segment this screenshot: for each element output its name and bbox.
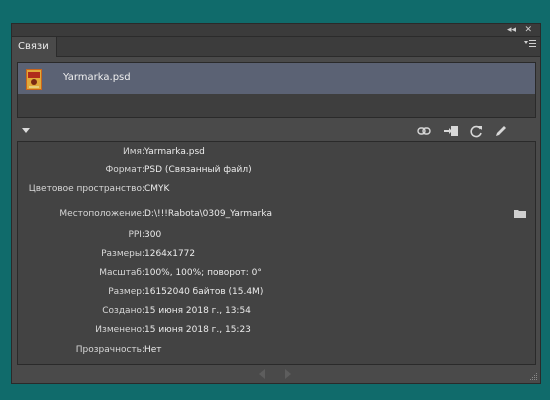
info-row-name: Имя: Yarmarka.psd bbox=[18, 145, 535, 159]
info-row-location: Местоположение: D:\!!!Rabota\0309_Yarmar… bbox=[18, 207, 535, 221]
links-toolbar bbox=[12, 123, 540, 139]
links-panel: ◂◂ ✕ Связи Yarmarka.psd Имя: Yarmarka.ps… bbox=[11, 23, 541, 384]
info-label: Масштаб: bbox=[99, 268, 145, 278]
info-row-color-space: Цветовое пространство: CMYK bbox=[18, 182, 535, 196]
relink-icon[interactable] bbox=[416, 123, 432, 139]
folder-icon[interactable] bbox=[514, 209, 526, 218]
info-value: 15 июня 2018 г., 15:23 bbox=[144, 325, 251, 335]
info-value: 1264x1772 bbox=[144, 249, 196, 259]
info-value: Yarmarka.psd bbox=[144, 147, 205, 157]
info-row-format: Формат: PSD (Связанный файл) bbox=[18, 163, 535, 177]
panel-titlebar: ◂◂ ✕ bbox=[12, 24, 540, 37]
info-row-ppi: PPI: 300 bbox=[18, 228, 535, 242]
info-value: PSD (Связанный файл) bbox=[144, 165, 252, 175]
tab-links[interactable]: Связи bbox=[12, 37, 57, 57]
panel-menu-icon[interactable] bbox=[524, 37, 536, 57]
info-label: Местоположение: bbox=[59, 209, 145, 219]
info-value[interactable]: D:\!!!Rabota\0309_Yarmarka bbox=[144, 207, 272, 221]
info-label: Изменено: bbox=[95, 325, 145, 335]
info-label: Создано: bbox=[102, 306, 145, 316]
panel-menu-glyph bbox=[524, 40, 536, 47]
previous-link-icon[interactable] bbox=[257, 368, 267, 380]
info-row-modified: Изменено: 15 июня 2018 г., 15:23 bbox=[18, 323, 535, 337]
image-thumbnail-icon bbox=[26, 69, 42, 90]
info-row-size: Размер: 16152040 байтов (15.4M) bbox=[18, 285, 535, 299]
panel-footer bbox=[12, 365, 540, 383]
info-row-created: Создано: 15 июня 2018 г., 13:54 bbox=[18, 304, 535, 318]
info-label: PPI: bbox=[128, 230, 145, 240]
list-item[interactable]: Yarmarka.psd bbox=[18, 63, 535, 94]
link-info: Имя: Yarmarka.psd Формат: PSD (Связанный… bbox=[17, 141, 536, 365]
info-row-dimensions: Размеры: 1264x1772 bbox=[18, 247, 535, 261]
next-link-icon[interactable] bbox=[283, 368, 293, 380]
resize-grip-icon[interactable] bbox=[529, 372, 538, 381]
info-value: 100%, 100%; поворот: 0° bbox=[144, 268, 262, 278]
go-to-link-icon[interactable] bbox=[443, 123, 459, 139]
info-value: 300 bbox=[144, 230, 162, 240]
info-label: Размер: bbox=[108, 287, 145, 297]
info-value: 15 июня 2018 г., 13:54 bbox=[144, 306, 251, 316]
info-value: Нет bbox=[144, 345, 162, 355]
link-file-name: Yarmarka.psd bbox=[63, 72, 131, 83]
info-label: Формат: bbox=[105, 165, 145, 175]
info-row-transparency: Прозрачность: Нет bbox=[18, 343, 535, 357]
panel-tabbar: Связи bbox=[12, 37, 540, 57]
info-label: Имя: bbox=[123, 147, 145, 157]
info-label: Цветовое пространство: bbox=[28, 184, 145, 194]
links-list: Yarmarka.psd bbox=[17, 62, 536, 118]
update-link-icon[interactable] bbox=[468, 123, 484, 139]
collapse-panel-icon[interactable]: ◂◂ bbox=[507, 24, 516, 37]
info-label: Прозрачность: bbox=[75, 345, 145, 355]
info-value: 16152040 байтов (15.4M) bbox=[144, 287, 264, 297]
info-row-scale: Масштаб: 100%, 100%; поворот: 0° bbox=[18, 266, 535, 280]
info-value: CMYK bbox=[144, 184, 170, 194]
close-panel-icon[interactable]: ✕ bbox=[524, 24, 532, 37]
disclosure-triangle-icon[interactable] bbox=[22, 128, 30, 133]
info-label: Размеры: bbox=[101, 249, 145, 259]
edit-original-icon[interactable] bbox=[493, 123, 509, 139]
